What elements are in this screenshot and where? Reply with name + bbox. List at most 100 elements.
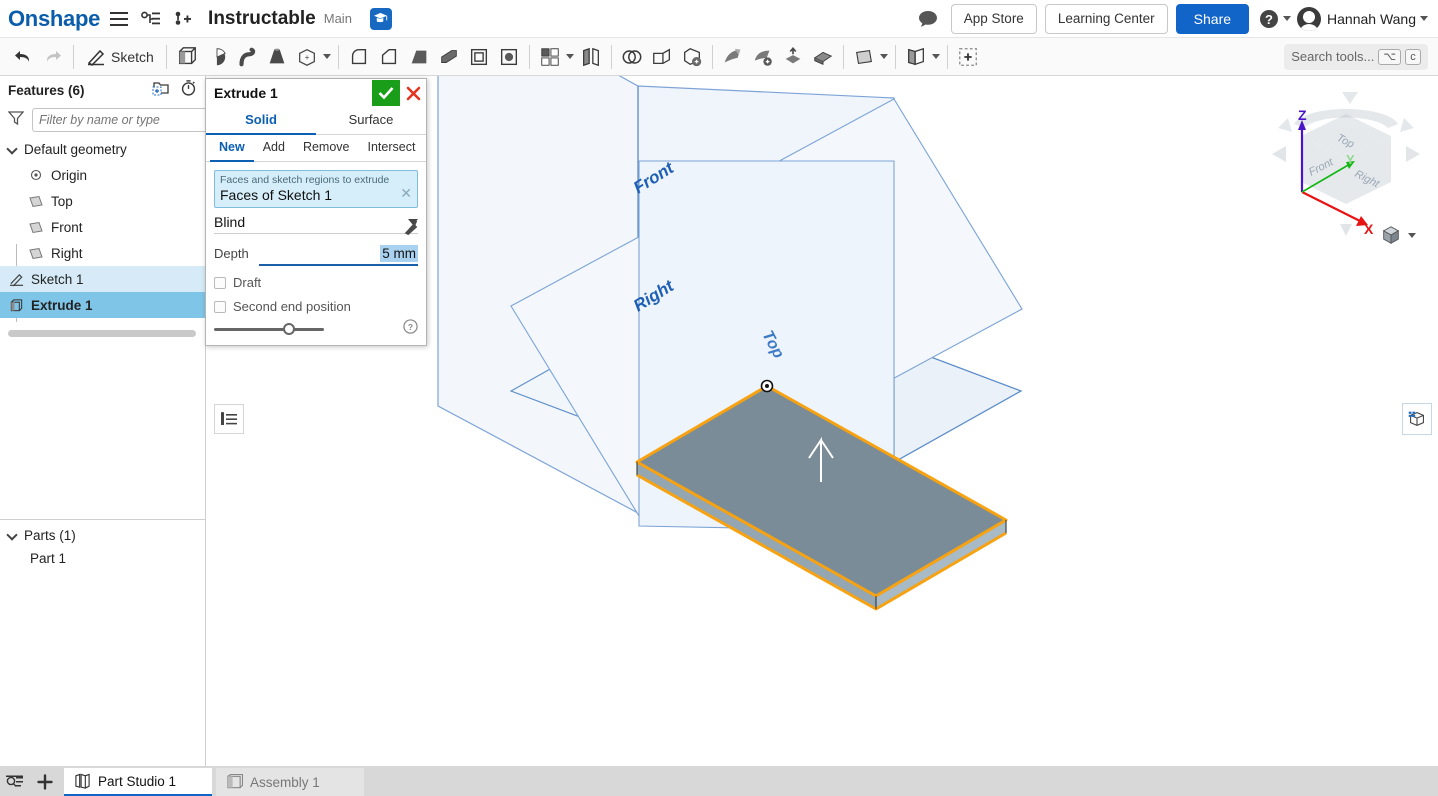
add-version-icon[interactable] [170, 6, 196, 32]
avatar[interactable] [1297, 6, 1322, 31]
revolve-tool[interactable] [202, 42, 232, 72]
chevron-down-icon[interactable] [8, 144, 18, 154]
chevron-down-icon[interactable] [322, 54, 331, 59]
chevron-down-icon[interactable] [8, 530, 18, 540]
features-scrollbar[interactable] [8, 330, 196, 337]
mirror-tool[interactable] [576, 42, 606, 72]
parts-header[interactable]: Parts (1) [0, 523, 206, 547]
chevron-down-icon[interactable] [565, 54, 574, 59]
view-cube[interactable]: Z Y X Top Front Right [1266, 84, 1426, 244]
branch-label[interactable]: Main [324, 11, 352, 26]
tree-item-front[interactable]: Front [0, 214, 205, 240]
draft-checkbox[interactable] [214, 276, 226, 289]
extrude-dialog[interactable]: Extrude 1 Solid Surface New Add Remove I… [205, 78, 427, 346]
thicken-tool[interactable] [808, 42, 838, 72]
clear-x-icon[interactable]: ✕ [400, 185, 412, 202]
delete-face-tool[interactable] [718, 42, 748, 72]
depth-input[interactable]: 5 mm [258, 245, 418, 266]
more-features-tool[interactable]: + [292, 42, 322, 72]
end-type-dropdown[interactable]: Blind [214, 214, 418, 234]
funnel-filter-icon[interactable] [7, 110, 25, 130]
hole-tool[interactable] [494, 42, 524, 72]
search-tools-box[interactable]: Search tools... ⌥ c [1284, 43, 1428, 70]
tab-intersect[interactable]: Intersect [359, 135, 425, 161]
user-name-label[interactable]: Hannah Wang [1327, 11, 1416, 27]
chamfer-tool[interactable] [374, 42, 404, 72]
search-tabs-icon[interactable] [0, 768, 30, 796]
stopwatch-icon[interactable] [180, 79, 197, 101]
sweep-tool[interactable] [232, 42, 262, 72]
sketch-tool[interactable]: Sketch [79, 42, 161, 72]
search-input[interactable]: Search tools... [1291, 49, 1374, 64]
flip-direction-icon[interactable] [402, 218, 420, 241]
sheet-metal-tool[interactable] [901, 42, 931, 72]
extrude-tool[interactable] [172, 42, 202, 72]
app-store-button[interactable]: App Store [950, 3, 1037, 34]
feature-list-icon[interactable] [214, 404, 244, 434]
undo-arrow-icon[interactable] [8, 42, 38, 72]
comment-icon[interactable] [915, 6, 941, 32]
fillet-tool[interactable] [344, 42, 374, 72]
pattern-tool[interactable] [535, 42, 565, 72]
split-tool[interactable] [647, 42, 677, 72]
tab-assembly-1[interactable]: Assembly 1 [216, 768, 364, 796]
hamburger-menu-icon[interactable] [106, 6, 132, 32]
shell-tool[interactable] [464, 42, 494, 72]
help-menu[interactable]: ? [1259, 9, 1292, 29]
onshape-logo[interactable]: Onshape [8, 6, 100, 32]
close-x-icon[interactable] [400, 80, 426, 106]
loft-tool[interactable] [262, 42, 292, 72]
tab-solid[interactable]: Solid [206, 107, 316, 135]
redo-arrow-icon[interactable] [38, 42, 68, 72]
move-face-tool[interactable] [748, 42, 778, 72]
second-end-checkbox[interactable] [214, 300, 226, 313]
transform-tool[interactable] [677, 42, 707, 72]
tab-surface[interactable]: Surface [316, 107, 426, 134]
filter-input[interactable] [32, 108, 209, 132]
add-folder-icon[interactable] [152, 80, 170, 101]
opacity-slider-thumb[interactable] [283, 322, 295, 335]
checkmark-icon[interactable] [372, 80, 400, 106]
help-circle-icon[interactable]: ? [403, 319, 418, 339]
document-title[interactable]: Instructable [208, 8, 316, 30]
import-tool[interactable] [778, 42, 808, 72]
plane-icon [28, 245, 44, 261]
tree-item-sketch-1[interactable]: Sketch 1 [0, 266, 205, 292]
tree-item-default-geometry[interactable]: Default geometry [0, 136, 205, 162]
toolbar-divider [842, 44, 844, 69]
extrude-icon [8, 297, 24, 313]
tab-part-studio-1[interactable]: Part Studio 1 [64, 768, 212, 796]
view-mode-button[interactable] [1380, 224, 1416, 246]
plus-icon[interactable] [30, 768, 60, 796]
plane-tool[interactable] [849, 42, 879, 72]
toolbar-divider [946, 44, 948, 69]
insert-feature-tool[interactable] [953, 42, 983, 72]
tree-item-right[interactable]: Right [0, 240, 205, 266]
tree-item-extrude-1[interactable]: Extrude 1 [0, 292, 205, 318]
boolean-tool[interactable] [617, 42, 647, 72]
chevron-down-icon[interactable] [879, 54, 888, 59]
chevron-down-icon[interactable] [1408, 232, 1416, 238]
tree-item-origin[interactable]: Origin [0, 162, 205, 188]
display-states-cube-icon[interactable] [1402, 403, 1432, 435]
chevron-down-icon[interactable] [1420, 16, 1428, 21]
draft-checkbox-row[interactable]: Draft [214, 275, 418, 290]
graduation-cap-icon[interactable] [369, 7, 392, 30]
faces-selection-field[interactable]: Faces and sketch regions to extrude Face… [214, 170, 418, 208]
chevron-down-icon[interactable] [931, 54, 940, 59]
opacity-slider[interactable] [214, 322, 324, 335]
parts-item-part-1[interactable]: Part 1 [0, 546, 206, 570]
rib-tool[interactable] [434, 42, 464, 72]
share-button[interactable]: Share [1175, 3, 1250, 34]
draft-tool[interactable] [404, 42, 434, 72]
tab-new[interactable]: New [210, 135, 254, 162]
split-icon [652, 48, 670, 64]
second-end-checkbox-row[interactable]: Second end position [214, 299, 418, 314]
document-tree-icon[interactable] [138, 6, 164, 32]
tab-add[interactable]: Add [254, 135, 294, 161]
tab-remove[interactable]: Remove [294, 135, 359, 161]
learning-center-button[interactable]: Learning Center [1044, 3, 1168, 34]
svg-text:+: + [304, 52, 309, 61]
tree-item-top[interactable]: Top [0, 188, 205, 214]
depth-field-row[interactable]: Depth 5 mm [214, 245, 418, 266]
